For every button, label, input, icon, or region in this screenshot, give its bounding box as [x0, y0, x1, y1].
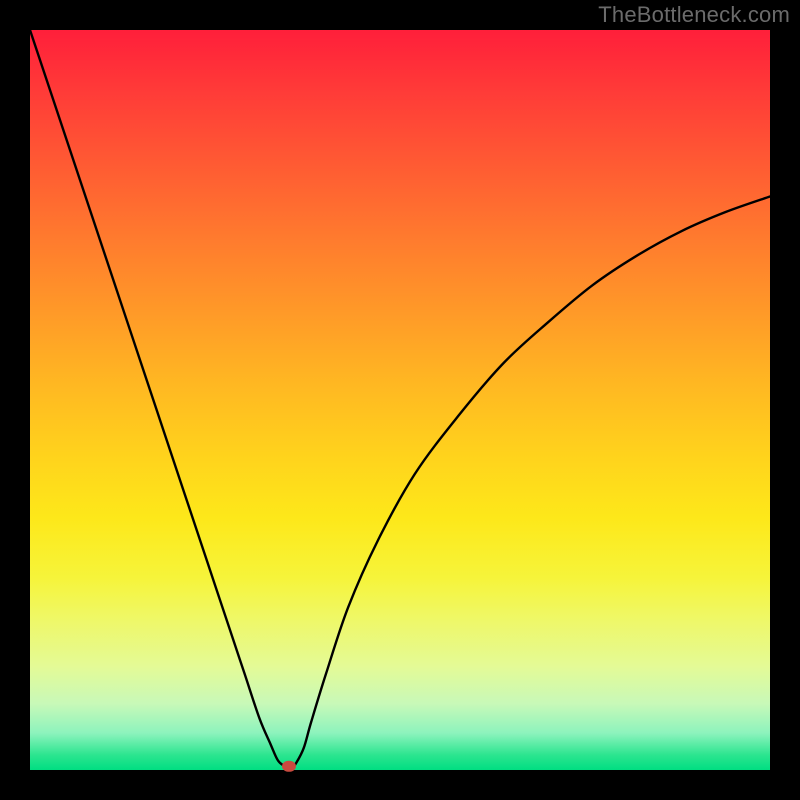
plot-area [30, 30, 770, 770]
bottleneck-curve [30, 30, 770, 767]
chart-svg [30, 30, 770, 770]
chart-frame: TheBottleneck.com [0, 0, 800, 800]
minimum-marker [282, 761, 296, 772]
watermark-text: TheBottleneck.com [598, 2, 790, 28]
